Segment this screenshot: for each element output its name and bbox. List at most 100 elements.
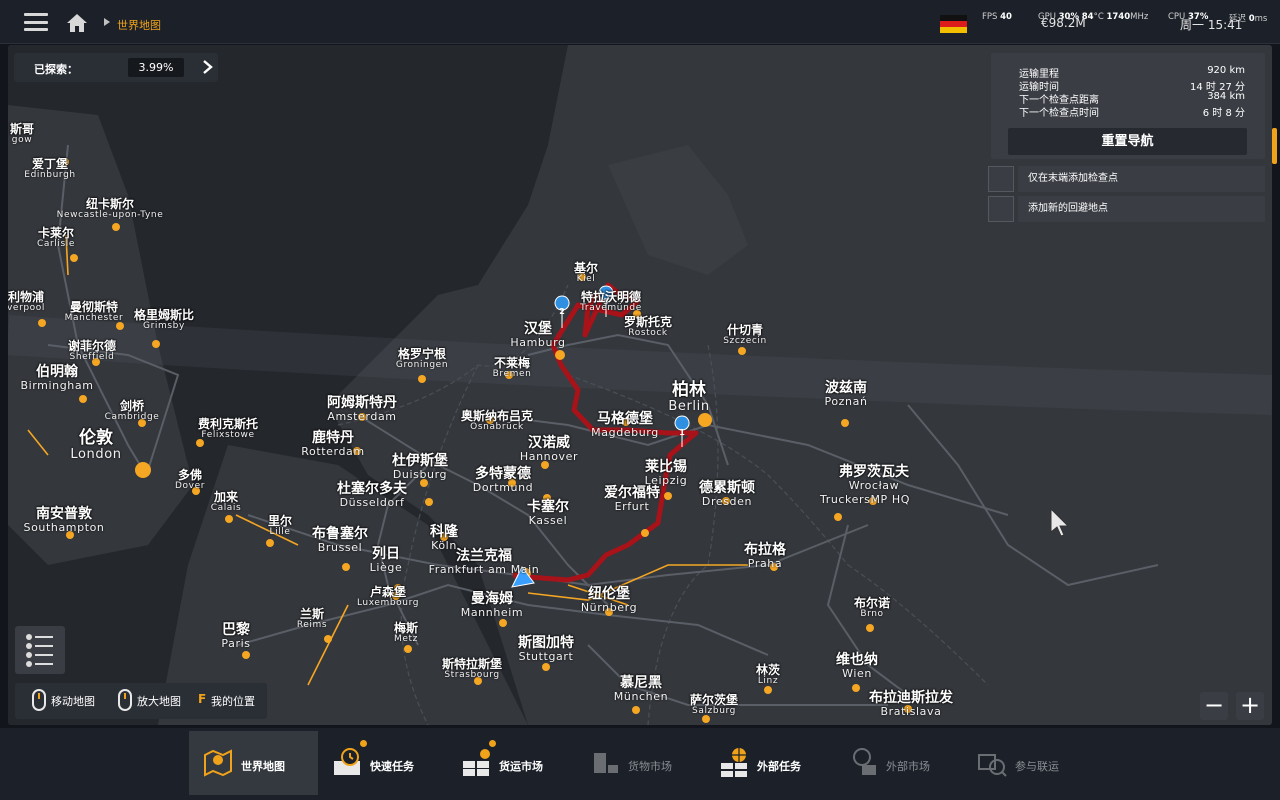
city-label: 列日 Liège <box>369 546 403 574</box>
globe-icon <box>721 748 747 777</box>
city-label: 纽卡斯尔 Newcastle-upon-Tyne <box>56 197 164 220</box>
mouse-left-icon <box>32 689 46 711</box>
mouse-scroll-icon <box>118 689 132 711</box>
city-label: 格里姆斯比 Grimsby <box>133 308 195 331</box>
cargo-market-icon <box>594 753 618 773</box>
city-label: 曼彻斯特 Manchester <box>64 300 124 323</box>
city-label: 里尔 Lille <box>267 514 293 537</box>
city-label: TruckersMP HQ <box>820 493 910 506</box>
city-label: 不莱梅 Bremen <box>492 356 532 379</box>
tab-external-market[interactable]: 外部市场 <box>834 731 963 795</box>
city-label: 慕尼黑 München <box>613 675 669 703</box>
quick-job-icon <box>334 748 360 775</box>
city-label: 什切青 Szczecin <box>723 323 767 346</box>
breadcrumb[interactable]: 世界地图 <box>117 17 161 33</box>
checkbox[interactable] <box>988 166 1014 192</box>
city-label: 布拉格 Praha <box>744 542 786 570</box>
tab-world-map[interactable]: 世界地图 <box>189 731 318 795</box>
option-label: 添加新的回避地点 <box>1018 196 1265 222</box>
checkbox[interactable] <box>988 196 1014 222</box>
bottom-nav: 世界地图 快速任务 货运市场 货物市场 外部任务 外部市场 参与联运 <box>0 728 1280 800</box>
option-avoid-location[interactable]: 添加新的回避地点 <box>988 196 1265 222</box>
chevron-right-icon[interactable] <box>200 60 214 74</box>
city-label: 布拉迪斯拉发 Bratislava <box>869 690 953 718</box>
fps-indicator: FPS 40 <box>982 12 1012 22</box>
tab-cargo-market[interactable]: 货物市场 <box>576 731 705 795</box>
city-label: 法兰克福 Frankfurt am Main <box>428 548 540 576</box>
mouse-cursor-icon <box>1050 508 1070 537</box>
city-label: 罗斯托克 Rostock <box>623 315 673 338</box>
freight-market-icon <box>463 749 490 776</box>
city-label: 兰斯 Reims <box>296 607 328 630</box>
city-label: 林茨 Linz <box>755 663 781 686</box>
city-label: 奥斯纳布吕克 Osnabrück <box>460 409 534 432</box>
tab-quick-job[interactable]: 快速任务 <box>318 731 447 795</box>
city-label: 卢森堡 Luxembourg <box>356 585 420 608</box>
option-label: 仅在末端添加检查点 <box>1018 166 1265 192</box>
tab-external-jobs[interactable]: 外部任务 <box>705 731 834 795</box>
city-label: 基尔 Kiel <box>573 261 599 284</box>
zoom-map-hint: 放大地图 <box>137 695 181 708</box>
germany-flag-icon <box>940 15 967 33</box>
city-label: 多特蒙德 Dortmund <box>472 466 534 494</box>
tab-label: 参与联运 <box>1015 760 1059 773</box>
explored-indicator: 已探索： 3.99% <box>14 53 218 82</box>
reset-navigation-button[interactable]: 重置导航 <box>1008 128 1247 155</box>
home-icon[interactable] <box>66 13 88 33</box>
city-label: 布鲁塞尔 Brussel <box>312 526 368 554</box>
city-label: 杜伊斯堡 Duisburg <box>392 453 448 481</box>
city-label: 格罗宁根 Groningen <box>395 347 449 370</box>
city-label: 斯特拉斯堡 Strasbourg <box>441 657 503 680</box>
my-position-hint: 我的位置 <box>211 695 255 708</box>
city-label: 谢菲尔德 Sheffield <box>67 339 117 362</box>
city-label: 加来 Calais <box>210 490 242 513</box>
explored-value: 3.99% <box>128 58 184 77</box>
city-label: 爱丁堡 Edinburgh <box>24 157 76 180</box>
tab-label: 货物市场 <box>628 760 672 773</box>
convoy-icon <box>978 754 1007 777</box>
top-bar: 世界地图 FPS 40 GPU 30% 84°C 1740MHz CPU 37%… <box>0 0 1280 44</box>
city-label: 马格德堡 Magdeburg <box>591 411 659 439</box>
city-label: 鹿特丹 Rotterdam <box>301 430 365 458</box>
city-label: 萨尔茨堡 Salzburg <box>689 693 739 716</box>
app-root: 世界地图 FPS 40 GPU 30% 84°C 1740MHz CPU 37%… <box>0 0 1280 800</box>
waypoint-number: 2 <box>559 307 565 316</box>
city-label: 巴黎 Paris <box>221 622 251 650</box>
tab-convoy[interactable]: 参与联运 <box>963 731 1092 795</box>
legend-list-icon <box>26 634 53 667</box>
city-label: 莱比锡 Leipzig <box>644 459 688 487</box>
game-clock: 周一 15:41 <box>1180 18 1243 32</box>
city-label: 卡塞尔 Kassel <box>527 499 569 527</box>
city-label: 弗罗茨瓦夫 Wrocław <box>839 464 909 492</box>
f-key-icon: F <box>198 692 207 706</box>
city-label: 汉诺威 Hannover <box>519 435 579 463</box>
scrollbar[interactable] <box>1272 128 1277 164</box>
city-label: 阿姆斯特丹 Amsterdam <box>327 395 397 423</box>
zoom-out-button[interactable]: − <box>1200 692 1228 720</box>
map-legend-button[interactable] <box>15 626 65 674</box>
city-label: 特拉沃明德 Travemünde <box>580 290 642 313</box>
city-label: 维也纳 Wien <box>836 652 878 680</box>
city-label: 费利克斯托 Felixstowe <box>197 417 259 440</box>
option-checkpoint-end[interactable]: 仅在末端添加检查点 <box>988 166 1265 192</box>
city-label: 斯哥 gow <box>9 122 35 145</box>
city-label: 斯图加特 Stuttgart <box>518 635 574 663</box>
zoom-in-button[interactable]: + <box>1236 692 1264 720</box>
city-label: 柏林 Berlin <box>668 380 710 414</box>
tab-label: 外部任务 <box>757 760 801 773</box>
tab-label: 快速任务 <box>370 760 414 773</box>
city-label: 伦敦 London <box>70 428 122 462</box>
chevron-right-icon <box>104 18 110 26</box>
explored-label: 已探索： <box>34 63 78 76</box>
money-display: €98.2M <box>1041 16 1086 30</box>
world-map-icon <box>204 749 232 777</box>
menu-icon[interactable] <box>24 13 48 31</box>
city-label: 纽伦堡 Nürnberg <box>580 586 638 614</box>
control-hints: 移动地图 放大地图 F 我的位置 <box>15 683 267 719</box>
city-label: 多佛 Dover <box>175 468 205 491</box>
tab-freight-market[interactable]: 货运市场 <box>447 731 576 795</box>
external-market-icon <box>853 748 876 775</box>
route-info-row: 下一个检查点时间 6 时 8 分 <box>1019 108 1245 119</box>
city-label: 曼海姆 Mannheim <box>460 591 524 619</box>
city-label: 南安普敦 Southampton <box>23 506 105 534</box>
